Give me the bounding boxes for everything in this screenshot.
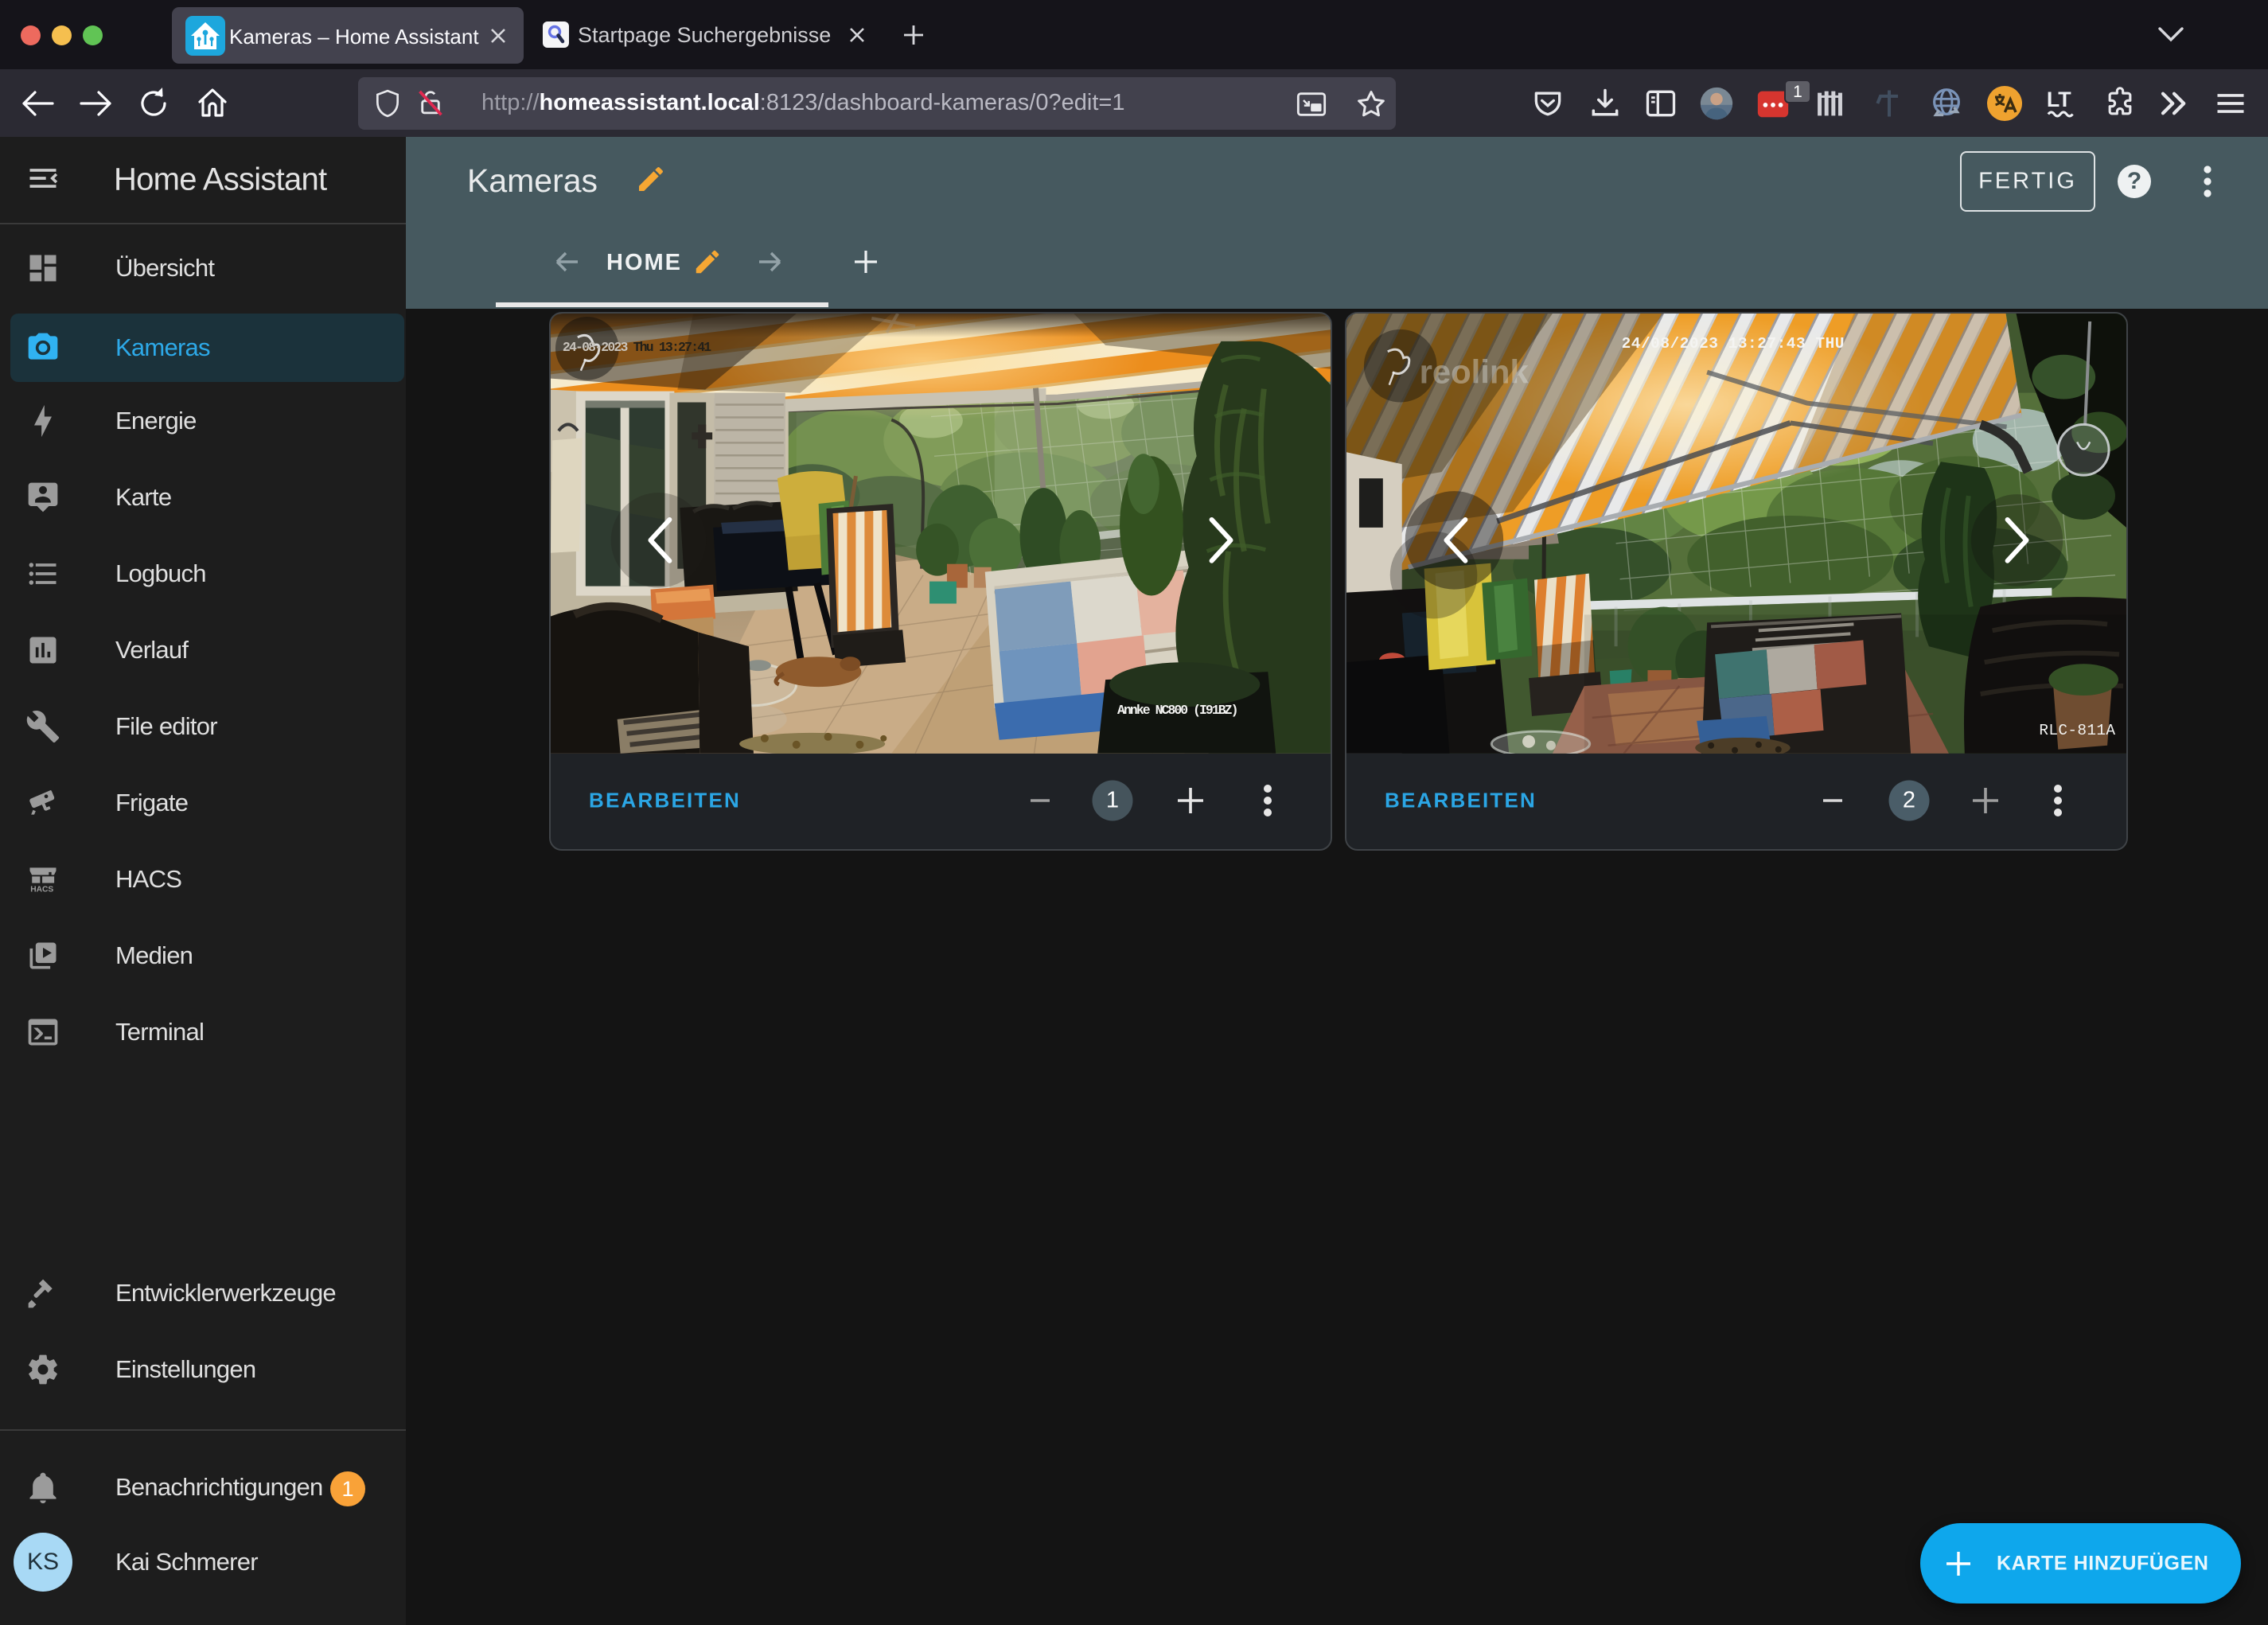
svg-text:LT: LT	[2047, 87, 2071, 111]
svg-text:reolink: reolink	[1420, 353, 1530, 391]
svg-text:24-08-2023 Thu 13:27:41: 24-08-2023 Thu 13:27:41	[563, 340, 711, 355]
svg-text:24/08/2023 13:27:43 THU: 24/08/2023 13:27:43 THU	[1622, 335, 1845, 353]
svg-text:HACS: HACS	[30, 886, 53, 894]
svg-text:RLC-811A: RLC-811A	[2039, 722, 2115, 739]
svg-text:Annke NC800 (I91BZ): Annke NC800 (I91BZ)	[1117, 703, 1238, 718]
